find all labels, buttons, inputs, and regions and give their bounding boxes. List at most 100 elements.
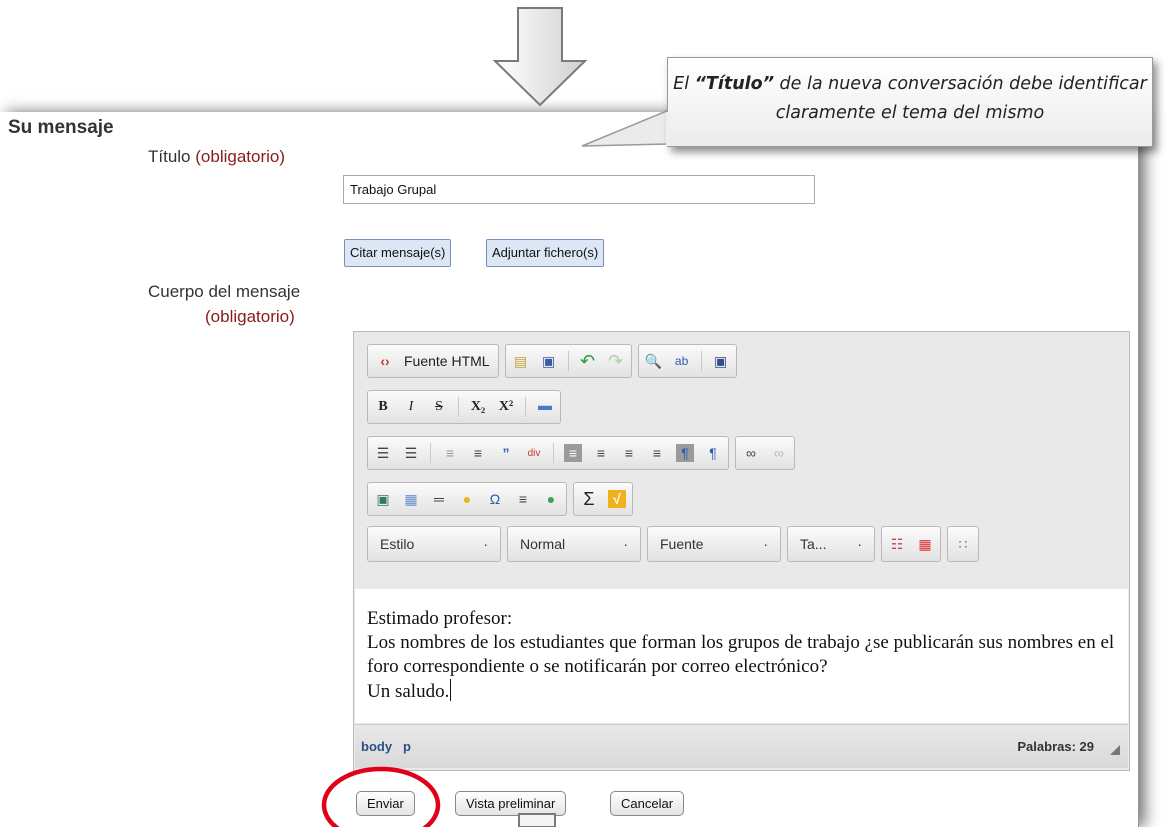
text-direction-rtl-icon[interactable]: ¶ — [704, 444, 722, 462]
format-combo-label: Normal — [520, 536, 566, 552]
table-icon[interactable]: ▦ — [402, 490, 420, 508]
equation-icon[interactable]: √ — [608, 490, 626, 508]
toolbar-row-3: ☰ ☰ ≡ ≡ ” div ≡ ≡ ≡ ≡ ¶ ¶ ∞ ∞ — [367, 436, 795, 470]
iframe-icon[interactable]: ● — [542, 490, 560, 508]
size-combo[interactable]: Ta... · — [787, 526, 875, 562]
align-center-icon[interactable]: ≡ — [592, 444, 610, 462]
remove-format-icon[interactable]: ▬ — [536, 398, 554, 416]
resize-grip-icon[interactable] — [1110, 745, 1120, 755]
horizontal-rule-icon[interactable]: ═ — [430, 490, 448, 508]
smiley-icon[interactable]: ● — [458, 490, 476, 508]
format-combo[interactable]: Normal · — [507, 526, 641, 562]
callout-pointer-cover — [666, 112, 670, 146]
text-cursor — [450, 679, 452, 701]
toolbar-row-1: ‹› Fuente HTML ▤ ▣ ↶ ↷ 🔍 ab ▣ — [367, 344, 737, 378]
toolbar-group-paragraph: ☰ ☰ ≡ ≡ ” div ≡ ≡ ≡ ≡ ¶ ¶ — [367, 436, 729, 470]
blockquote-icon[interactable]: ” — [497, 444, 515, 462]
toolbar-group-links: ∞ ∞ — [735, 436, 795, 470]
section-title: Su mensaje — [8, 117, 114, 138]
separator — [525, 397, 526, 417]
page-break-icon[interactable]: ≡ — [514, 490, 532, 508]
callout-pointer — [581, 108, 670, 147]
indent-icon[interactable]: ≡ — [469, 444, 487, 462]
content-line-body: Los nombres de los estudiantes que forma… — [367, 632, 1115, 677]
toolbar-group-basic: B I S X₂ X² ▬ — [367, 390, 561, 424]
toolbar-row-2: B I S X₂ X² ▬ — [367, 390, 561, 424]
size-combo-label: Ta... — [800, 536, 827, 552]
image-icon[interactable]: ▣ — [374, 490, 392, 508]
callout-box: El “Título” de la nueva conversación deb… — [667, 57, 1153, 147]
subscript-icon[interactable]: X₂ — [469, 398, 487, 416]
toolbar-group-colors: ☷ ▦ — [881, 526, 941, 562]
align-right-icon[interactable]: ≡ — [620, 444, 638, 462]
find-icon[interactable]: 🔍 — [645, 352, 663, 370]
path-p[interactable]: p — [403, 739, 411, 754]
italic-icon[interactable]: I — [402, 398, 420, 416]
bold-icon[interactable]: B — [374, 398, 392, 416]
dropdown-dot-icon: · — [763, 536, 768, 552]
separator — [567, 351, 569, 371]
link-icon[interactable]: ∞ — [742, 444, 760, 462]
separator — [553, 443, 554, 463]
table-grid-icon[interactable]: ▦ — [916, 535, 934, 553]
paste-word-icon[interactable]: ▣ — [540, 352, 558, 370]
dropdown-dot-icon: · — [857, 536, 862, 552]
bottom-arrow-annotation — [518, 813, 556, 827]
rich-text-editor: ‹› Fuente HTML ▤ ▣ ↶ ↷ 🔍 ab ▣ B I S X₂ X… — [353, 331, 1130, 771]
source-html-button[interactable]: ‹› Fuente HTML — [367, 344, 499, 378]
toolbar-group-math: Σ √ — [573, 482, 633, 516]
text-direction-ltr-icon[interactable]: ¶ — [676, 444, 694, 462]
callout-post: de la nueva conversación debe identifica… — [773, 74, 1147, 123]
toolbar-group-insert: ▣ ▦ ═ ● Ω ≡ ● — [367, 482, 567, 516]
content-line-greeting: Estimado profesor: — [367, 608, 513, 629]
numbered-list-icon[interactable]: ☰ — [374, 444, 392, 462]
toolbar-group-document: ▤ ▣ ↶ ↷ — [504, 344, 632, 378]
dropdown-dot-icon: · — [483, 536, 488, 552]
toolbar-group-find: 🔍 ab ▣ — [637, 344, 737, 378]
source-code-icon: ‹› — [380, 353, 390, 369]
title-label: Título (obligatorio) — [148, 147, 285, 167]
separator — [458, 397, 459, 417]
source-html-label: Fuente HTML — [404, 353, 490, 369]
paste-text-icon[interactable]: ▤ — [512, 352, 530, 370]
title-label-text: Título — [148, 147, 191, 166]
title-input[interactable] — [343, 175, 815, 204]
style-combo[interactable]: Estilo · — [367, 526, 501, 562]
toolbar-row-4: ▣ ▦ ═ ● Ω ≡ ● Σ √ — [367, 482, 633, 516]
editor-statusbar: body p Palabras: 29 — [355, 724, 1128, 768]
body-required: (obligatorio) — [205, 307, 295, 326]
redo-icon[interactable]: ↷ — [607, 351, 625, 371]
path-body[interactable]: body — [361, 739, 392, 754]
font-combo[interactable]: Fuente · — [647, 526, 781, 562]
quote-message-button[interactable]: Citar mensaje(s) — [344, 239, 452, 267]
outdent-icon[interactable]: ≡ — [441, 444, 459, 462]
font-combo-label: Fuente — [660, 536, 704, 552]
strikethrough-icon[interactable]: S — [430, 398, 448, 416]
attach-file-button[interactable]: Adjuntar fichero(s) — [486, 239, 605, 267]
editor-content-area[interactable]: Estimado profesor: Los nombres de los es… — [355, 589, 1128, 723]
cancel-button[interactable]: Cancelar — [610, 791, 685, 816]
callout-emphasis: “Título” — [694, 74, 774, 94]
content-line-closing: Un saludo. — [367, 679, 1116, 704]
word-count: Palabras: 29 — [1017, 739, 1094, 754]
title-required: (obligatorio) — [195, 147, 286, 166]
text-color-icon[interactable]: ☷ — [888, 535, 906, 553]
callout-pre: El — [673, 74, 695, 94]
sigma-icon[interactable]: Σ — [580, 489, 598, 509]
bulleted-list-icon[interactable]: ☰ — [402, 444, 420, 462]
toolbar-row-5: Estilo · Normal · Fuente · Ta... · ☷ ▦ ∷ — [367, 526, 979, 562]
align-left-icon[interactable]: ≡ — [564, 444, 582, 462]
superscript-icon[interactable]: X² — [497, 398, 515, 416]
separator — [700, 351, 702, 371]
div-container-icon[interactable]: div — [525, 444, 543, 462]
highlight-circle-annotation — [321, 766, 441, 827]
maximize-icon[interactable]: ▣ — [712, 352, 730, 370]
align-justify-icon[interactable]: ≡ — [648, 444, 666, 462]
down-arrow-annotation — [492, 7, 588, 107]
special-char-icon[interactable]: Ω — [486, 490, 504, 508]
show-blocks-icon[interactable]: ∷ — [954, 535, 972, 553]
undo-icon[interactable]: ↶ — [579, 351, 597, 371]
toolbar-group-show-blocks: ∷ — [947, 526, 979, 562]
replace-icon[interactable]: ab — [673, 352, 691, 370]
unlink-icon[interactable]: ∞ — [770, 444, 788, 462]
